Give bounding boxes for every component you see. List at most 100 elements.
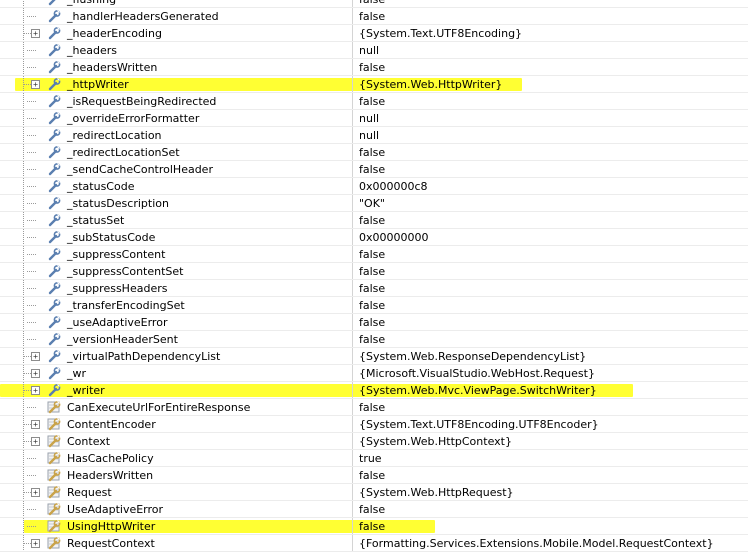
wrench-icon xyxy=(47,230,61,244)
member-value: 0x00000000 xyxy=(359,231,429,244)
watch-row[interactable]: _useAdaptiveError false xyxy=(0,314,748,331)
expand-icon[interactable]: + xyxy=(31,80,40,89)
row-separator xyxy=(0,551,748,552)
tree-line xyxy=(23,59,24,76)
member-value: false xyxy=(359,163,386,176)
watch-row[interactable]: _suppressHeaders false xyxy=(0,280,748,297)
watch-row[interactable]: UsingHttpWriter false xyxy=(0,518,748,535)
member-value: {System.Web.ResponseDependencyList} xyxy=(359,350,587,363)
tree-branch xyxy=(27,220,36,221)
expand-icon[interactable]: + xyxy=(31,488,40,497)
watch-row[interactable]: + _httpWriter {System.Web.HttpWriter} xyxy=(0,76,748,93)
tree-line xyxy=(23,212,24,229)
expand-icon[interactable]: + xyxy=(31,437,40,446)
member-value: false xyxy=(359,10,386,23)
watch-row[interactable]: HasCachePolicy true xyxy=(0,450,748,467)
expand-icon[interactable]: + xyxy=(31,539,40,548)
member-value: false xyxy=(359,248,386,261)
tree-line xyxy=(23,42,24,59)
watch-row[interactable]: _redirectLocationSet false xyxy=(0,144,748,161)
tree-branch xyxy=(27,152,36,153)
column-divider xyxy=(352,484,353,501)
member-name: Request xyxy=(67,486,112,499)
watch-row[interactable]: _statusCode 0x000000c8 xyxy=(0,178,748,195)
member-value: {System.Text.UTF8Encoding} xyxy=(359,27,523,40)
watch-row[interactable]: + Request {System.Web.HttpRequest} xyxy=(0,484,748,501)
member-name: _suppressContent xyxy=(67,248,166,261)
tree-line xyxy=(23,195,24,212)
watch-row[interactable]: _versionHeaderSent false xyxy=(0,331,748,348)
tree-branch xyxy=(27,322,36,323)
watch-row[interactable]: _overrideErrorFormatter null xyxy=(0,110,748,127)
watch-row[interactable]: _isRequestBeingRedirected false xyxy=(0,93,748,110)
watch-row[interactable]: _redirectLocation null xyxy=(0,127,748,144)
property-icon xyxy=(47,400,61,414)
tree-branch xyxy=(27,271,36,272)
expand-icon[interactable]: + xyxy=(31,29,40,38)
watch-row[interactable]: CanExecuteUrlForEntireResponse false xyxy=(0,399,748,416)
wrench-icon xyxy=(47,128,61,142)
column-divider xyxy=(352,382,353,399)
watch-row[interactable]: _headersWritten false xyxy=(0,59,748,76)
watch-row[interactable]: + _virtualPathDependencyList {System.Web.R… xyxy=(0,348,748,365)
watch-row[interactable]: _suppressContent false xyxy=(0,246,748,263)
watch-row[interactable]: _transferEncodingSet false xyxy=(0,297,748,314)
tree-branch xyxy=(27,101,36,102)
wrench-icon xyxy=(47,247,61,261)
column-divider xyxy=(352,518,353,535)
watch-row[interactable]: _statusDescription "OK" xyxy=(0,195,748,212)
watch-row[interactable]: + RequestContext {Formatting.Services.Exte… xyxy=(0,535,748,552)
column-divider xyxy=(352,535,353,552)
property-icon xyxy=(47,451,61,465)
column-divider xyxy=(352,433,353,450)
column-divider xyxy=(352,365,353,382)
wrench-icon xyxy=(47,26,61,40)
property-icon xyxy=(47,434,61,448)
column-divider xyxy=(352,59,353,76)
column-divider xyxy=(352,246,353,263)
expand-icon[interactable]: + xyxy=(31,352,40,361)
tree-line xyxy=(23,518,24,535)
member-value: {System.Web.Mvc.ViewPage.SwitchWriter} xyxy=(359,384,597,397)
watch-row[interactable]: + _wr {Microsoft.VisualStudio.WebHost.Requ… xyxy=(0,365,748,382)
member-value: false xyxy=(359,520,386,533)
member-value: {System.Web.HttpWriter} xyxy=(359,78,503,91)
column-divider xyxy=(352,161,353,178)
member-name: _virtualPathDependencyList xyxy=(67,350,221,363)
tree-branch xyxy=(24,33,31,34)
watch-row[interactable]: + _writer {System.Web.Mvc.ViewPage.SwitchW… xyxy=(0,382,748,399)
watch-row[interactable]: + ContentEncoder {System.Text.UTF8Encoding… xyxy=(0,416,748,433)
member-name: _overrideErrorFormatter xyxy=(67,112,200,125)
watch-row[interactable]: HeadersWritten false xyxy=(0,467,748,484)
wrench-icon xyxy=(47,94,61,108)
wrench-icon xyxy=(47,298,61,312)
column-divider xyxy=(352,450,353,467)
watch-row[interactable]: _headers null xyxy=(0,42,748,59)
wrench-icon xyxy=(47,145,61,159)
member-value: false xyxy=(359,316,386,329)
watch-row[interactable]: _suppressContentSet false xyxy=(0,263,748,280)
tree-branch xyxy=(24,373,31,374)
watch-row[interactable]: _statusSet false xyxy=(0,212,748,229)
tree-branch xyxy=(27,135,36,136)
expand-icon[interactable]: + xyxy=(31,420,40,429)
expand-icon[interactable]: + xyxy=(31,386,40,395)
property-icon xyxy=(47,536,61,550)
tree-line xyxy=(23,263,24,280)
member-name: _flushing xyxy=(67,0,116,7)
watch-row[interactable]: _flushing false xyxy=(0,0,748,8)
member-value: false xyxy=(359,333,386,346)
property-icon xyxy=(47,417,61,431)
watch-row[interactable]: _sendCacheControlHeader false xyxy=(0,161,748,178)
watch-row[interactable]: UseAdaptiveError false xyxy=(0,501,748,518)
column-divider xyxy=(352,314,353,331)
wrench-icon xyxy=(47,213,61,227)
member-name: HeadersWritten xyxy=(67,469,154,482)
watch-row[interactable]: + _headerEncoding {System.Text.UTF8Encodin… xyxy=(0,25,748,42)
tree-line xyxy=(23,93,24,110)
watch-row[interactable]: _handlerHeadersGenerated false xyxy=(0,8,748,25)
expand-icon[interactable]: + xyxy=(31,369,40,378)
watch-row[interactable]: + Context {System.Web.HttpContext} xyxy=(0,433,748,450)
column-divider xyxy=(352,467,353,484)
watch-row[interactable]: _subStatusCode 0x00000000 xyxy=(0,229,748,246)
